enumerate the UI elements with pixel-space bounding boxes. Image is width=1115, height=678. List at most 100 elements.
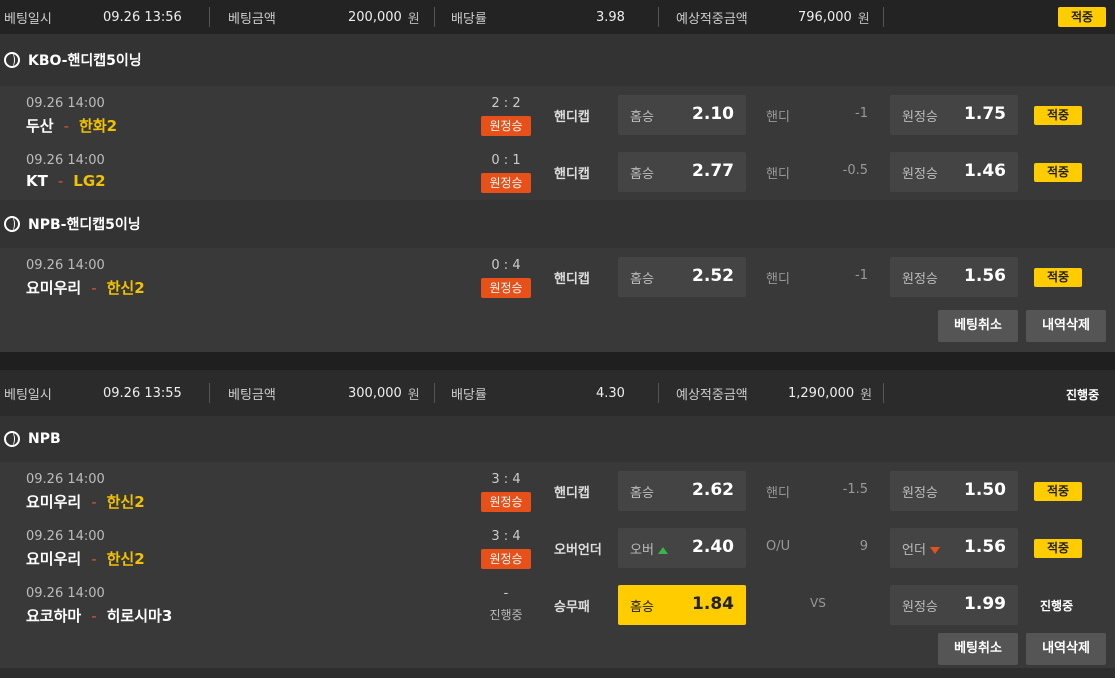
divider — [209, 383, 210, 403]
handicap-value: -1.5 — [842, 482, 868, 497]
dash: - — [91, 606, 97, 625]
odds-label: 홈승 — [630, 486, 654, 501]
dash: - — [91, 278, 97, 297]
league-name: KBO-핸디캡5이닝 — [28, 53, 142, 69]
divider — [434, 7, 435, 27]
odds-value: 2.62 — [692, 480, 734, 500]
away-team: 한신2 — [106, 279, 145, 297]
league-name: NPB — [28, 431, 61, 447]
odds-value: 1.56 — [964, 266, 1006, 286]
vs-label: VS — [810, 596, 826, 610]
game-time: 09.26 14:00 — [26, 153, 105, 168]
away-team: 히로시마3 — [106, 607, 173, 625]
game-row: 09.26 14:00 요미우리 - 한신2 3 : 4 원정승 핸디캡 홈승 2.6… — [0, 462, 1115, 519]
date-label: 베팅일시 — [4, 11, 52, 27]
over-label: 오버 — [630, 543, 654, 558]
status-text: 진행중 — [1066, 388, 1100, 402]
home-odds-box[interactable]: 홈승 2.52 — [618, 257, 746, 297]
handicap-value: -1 — [855, 106, 868, 121]
home-team: 요코하마 — [26, 607, 82, 625]
handicap-value: -1 — [855, 268, 868, 283]
delete-history-button[interactable]: 내역삭제 — [1026, 310, 1106, 342]
divider — [209, 7, 210, 27]
teams: 요미우리 - 한신2 — [26, 277, 145, 298]
odds-label: 배당률 — [451, 11, 487, 27]
odds-label: 언더 — [902, 539, 940, 558]
result-type-badge: 원정승 — [481, 278, 531, 298]
odds-value: 2.40 — [692, 537, 734, 557]
expected-label: 예상적중금액 — [676, 387, 748, 403]
expected-win: 1,290,000 원 — [788, 385, 873, 403]
market-type: 핸디캡 — [554, 110, 590, 125]
dash: - — [91, 549, 97, 568]
result-type-badge: 원정승 — [481, 116, 531, 136]
game-result-badge: 적중 — [1034, 106, 1082, 125]
game-status: 진행중 — [489, 608, 523, 622]
cancel-bet-button[interactable]: 베팅취소 — [938, 310, 1018, 342]
handicap-label: 핸디 — [766, 272, 790, 287]
odds-label: 원정승 — [902, 486, 938, 501]
dash: - — [63, 116, 70, 135]
teams: 두산 - 한화2 — [26, 115, 117, 136]
away-odds-box[interactable]: 원정승 1.75 — [890, 95, 1018, 135]
market-type: 오버언더 — [554, 543, 602, 558]
game-time: 09.26 14:00 — [26, 472, 105, 487]
game-result-text: 진행중 — [1040, 599, 1074, 613]
odds-label: 홈승 — [630, 600, 654, 615]
home-odds-box[interactable]: 홈승 2.77 — [618, 152, 746, 192]
dash: - — [91, 492, 97, 511]
away-odds-box[interactable]: 원정승 1.46 — [890, 152, 1018, 192]
home-odds-box-selected[interactable]: 홈승 1.84 — [618, 585, 746, 625]
game-row: 09.26 14:00 KT - LG2 0 : 1 원정승 핸디캡 홈승 2.77 … — [0, 143, 1115, 200]
cancel-bet-button[interactable]: 베팅취소 — [938, 633, 1018, 665]
slip-footer: 베팅취소 내역삭제 — [0, 305, 1115, 352]
amount-label: 베팅금액 — [228, 11, 276, 27]
home-team: 요미우리 — [26, 279, 82, 297]
handicap-label: 핸디 — [766, 167, 790, 182]
game-row: 09.26 14:00 요미우리 - 한신2 0 : 4 원정승 핸디캡 홈승 2.5… — [0, 248, 1115, 305]
bet-date: 09.26 13:55 — [103, 385, 182, 401]
game-time: 09.26 14:00 — [26, 586, 105, 601]
home-odds-box[interactable]: 홈승 2.62 — [618, 471, 746, 511]
score: 2 : 2 — [491, 96, 521, 111]
market-type: 핸디캡 — [554, 167, 590, 182]
away-odds-box[interactable]: 원정승 1.56 — [890, 257, 1018, 297]
odds-label: 홈승 — [630, 167, 654, 182]
home-odds-box[interactable]: 홈승 2.10 — [618, 95, 746, 135]
divider — [658, 383, 659, 403]
odds-label: 원정승 — [902, 110, 938, 125]
under-odds-box[interactable]: 언더 1.56 — [890, 528, 1018, 568]
odds-value: 1.99 — [964, 594, 1006, 614]
game-result-badge: 적중 — [1034, 268, 1082, 287]
delete-history-button[interactable]: 내역삭제 — [1026, 633, 1106, 665]
over-odds-box[interactable]: 오버 2.40 — [618, 528, 746, 568]
teams: KT - LG2 — [26, 172, 106, 190]
bet-amount: 200,000 원 — [348, 9, 420, 27]
game-time: 09.26 14:00 — [26, 529, 105, 544]
odds-value: 1.56 — [964, 537, 1006, 557]
score: 0 : 1 — [491, 153, 521, 168]
home-team: 두산 — [26, 117, 54, 135]
odds-label: 원정승 — [902, 600, 938, 615]
odds-value: 2.77 — [692, 161, 734, 181]
away-odds-box[interactable]: 원정승 1.99 — [890, 585, 1018, 625]
total-odds: 4.30 — [596, 385, 625, 401]
away-odds-box[interactable]: 원정승 1.50 — [890, 471, 1018, 511]
score: - — [503, 586, 509, 601]
odds-label: 홈승 — [630, 110, 654, 125]
league-name: NPB-핸디캡5이닝 — [28, 217, 141, 233]
home-team: 요미우리 — [26, 493, 82, 511]
total-odds: 3.98 — [596, 9, 625, 25]
game-list: 09.26 14:00 요미우리 - 한신2 0 : 4 원정승 핸디캡 홈승 2.5… — [0, 248, 1115, 352]
date-label: 베팅일시 — [4, 387, 52, 403]
away-team: LG2 — [73, 172, 106, 190]
bet-history-page: 베팅일시 09.26 13:56 베팅금액 200,000 원 배당률 3.98 … — [0, 0, 1115, 678]
bet-slip: 베팅일시 09.26 13:56 베팅금액 200,000 원 배당률 3.98 … — [0, 0, 1115, 352]
odds-value: 1.50 — [964, 480, 1006, 500]
handicap-label: 핸디 — [766, 110, 790, 125]
market-type: 핸디캡 — [554, 272, 590, 287]
dash: - — [57, 172, 64, 190]
bet-amount: 300,000 원 — [348, 385, 420, 403]
league-header: NPB — [0, 416, 1115, 462]
odds-value: 2.10 — [692, 104, 734, 124]
